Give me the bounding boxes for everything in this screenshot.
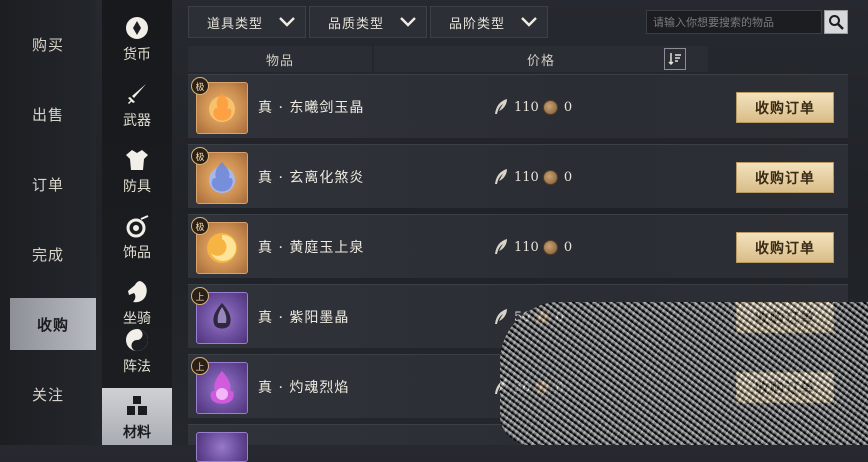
category-currency[interactable]: 货币	[102, 6, 172, 72]
table-row: 极 真 · 黄庭玉上泉 110 0 收购订单	[188, 214, 848, 278]
currency-icon	[123, 14, 151, 42]
coin-amount: 0	[563, 99, 573, 115]
item-name: 真 · 紫阳墨晶	[258, 310, 350, 326]
coin-icon	[542, 169, 558, 185]
search-icon	[829, 15, 844, 30]
filter-label: 品质类型	[328, 16, 385, 32]
coin-amount: 0	[563, 169, 573, 185]
purchase-order-button[interactable]: 收购订单	[736, 302, 834, 333]
sort-icon	[668, 53, 681, 66]
grade-badge: 上	[191, 357, 209, 375]
nav-buy[interactable]: 购买	[0, 18, 96, 70]
category-formation[interactable]: 阵法	[102, 318, 172, 384]
feather-amount: 56	[514, 309, 531, 325]
sort-button[interactable]	[664, 48, 686, 70]
coin-amount: 0	[563, 239, 573, 255]
item-price: 110 0	[492, 75, 572, 139]
left-nav: 购买 出售 订单 完成 收购 关注	[0, 0, 96, 445]
search-button[interactable]	[824, 10, 848, 34]
feather-amount: 56	[514, 379, 531, 395]
nav-completed[interactable]: 完成	[0, 228, 96, 280]
search-input[interactable]	[646, 10, 822, 34]
category-label: 阵法	[123, 359, 151, 375]
column-header-price: 价格	[374, 46, 708, 72]
purchase-order-button[interactable]: 收购订单	[736, 232, 834, 263]
item-thumbnail[interactable]: 上	[191, 357, 248, 414]
item-thumbnail[interactable]	[196, 432, 248, 462]
coin-icon	[534, 309, 550, 325]
chevron-down-icon	[521, 17, 537, 27]
item-price: 56 0	[492, 355, 564, 419]
material-icon	[123, 392, 151, 420]
coin-icon	[534, 379, 550, 395]
filter-label: 道具类型	[207, 16, 264, 32]
accessory-icon	[123, 212, 151, 240]
item-name: 真 · 玄离化煞炎	[258, 170, 365, 186]
armor-icon	[123, 146, 151, 174]
filter-label: 品阶类型	[449, 16, 506, 32]
filter-item-type[interactable]: 道具类型	[188, 6, 306, 38]
coin-amount: 0	[555, 309, 564, 325]
category-weapon[interactable]: 武器	[102, 72, 172, 138]
table-row: 上 真 · 紫阳墨晶 56 0 收购订单	[188, 284, 848, 348]
nav-watchlist[interactable]: 关注	[0, 368, 96, 420]
category-label: 武器	[123, 113, 151, 129]
sword-icon	[123, 80, 151, 108]
grade-badge: 上	[191, 287, 209, 305]
item-thumbnail[interactable]: 极	[191, 77, 248, 134]
table-row	[188, 424, 848, 462]
chevron-down-icon	[400, 17, 416, 27]
feather-amount: 110	[514, 99, 539, 115]
chevron-down-icon	[279, 17, 295, 27]
category-label: 防具	[123, 179, 151, 195]
coin-icon	[542, 239, 558, 255]
purchase-order-button[interactable]: 收购订单	[736, 92, 834, 123]
item-thumbnail[interactable]: 极	[191, 217, 248, 274]
feather-currency-icon	[495, 239, 507, 254]
feather-currency-icon	[495, 169, 507, 184]
coin-amount: 0	[555, 379, 564, 395]
feather-amount: 110	[514, 169, 539, 185]
filter-quality-type[interactable]: 品质类型	[309, 6, 427, 38]
category-label: 货币	[123, 47, 151, 63]
feather-currency-icon	[495, 309, 507, 324]
category-armor[interactable]: 防具	[102, 138, 172, 204]
horse-icon	[123, 278, 151, 306]
nav-purchase[interactable]: 收购	[10, 298, 96, 350]
item-name: 真 · 东曦剑玉晶	[258, 100, 365, 116]
item-thumbnail[interactable]: 上	[191, 287, 248, 344]
item-price: 56 0	[492, 285, 564, 349]
purchase-order-button[interactable]: 收购订单	[736, 162, 834, 193]
item-price: 110 0	[492, 215, 572, 279]
category-material[interactable]: 材料	[102, 388, 172, 445]
table-row: 上 真 · 灼魂烈焰 56 0 收购订单	[188, 354, 848, 418]
grade-badge: 极	[191, 217, 209, 235]
item-name: 真 · 灼魂烈焰	[258, 380, 350, 396]
table-row: 极 真 · 东曦剑玉晶 110 0 收购订单	[188, 74, 848, 138]
category-label: 饰品	[123, 245, 151, 261]
nav-orders[interactable]: 订单	[0, 158, 96, 210]
filter-tier-type[interactable]: 品阶类型	[430, 6, 548, 38]
yin-yang-icon	[123, 326, 151, 354]
purchase-order-button[interactable]: 收购订单	[736, 372, 834, 403]
feather-currency-icon	[495, 99, 507, 114]
grade-badge: 极	[191, 77, 209, 95]
item-name: 真 · 黄庭玉上泉	[258, 240, 365, 256]
item-price: 110 0	[492, 145, 572, 209]
column-header-item: 物品	[188, 46, 372, 72]
category-nav: 货币 武器 防具 饰品 坐骑 阵法 材料	[102, 0, 172, 445]
feather-currency-icon	[495, 379, 507, 394]
feather-amount: 110	[514, 239, 539, 255]
category-label: 材料	[123, 424, 151, 441]
table-row: 极 真 · 玄离化煞炎 110 0 收购订单	[188, 144, 848, 208]
category-accessory[interactable]: 饰品	[102, 204, 172, 270]
grade-badge: 极	[191, 147, 209, 165]
nav-sell[interactable]: 出售	[0, 88, 96, 140]
coin-icon	[542, 99, 558, 115]
item-thumbnail[interactable]: 极	[191, 147, 248, 204]
